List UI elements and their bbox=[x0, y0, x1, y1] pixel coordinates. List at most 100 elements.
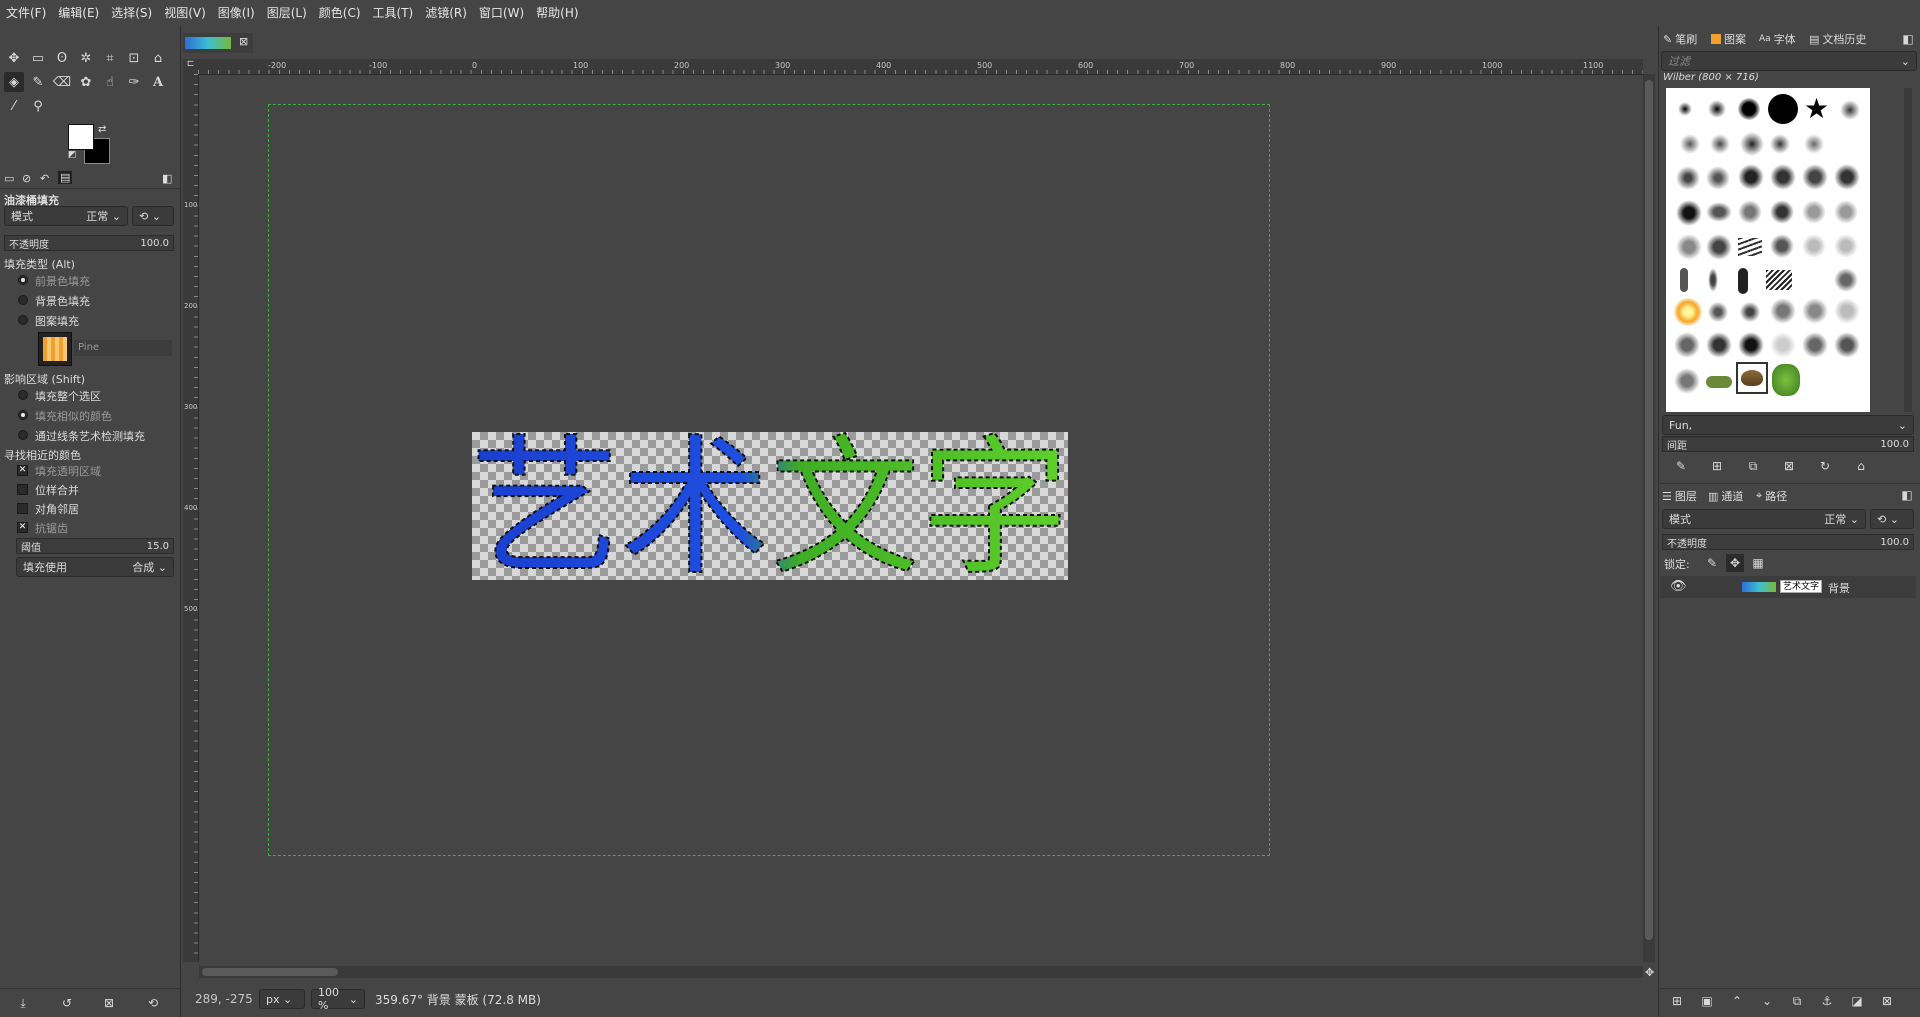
undo-history-tab-icon[interactable]: ↶ bbox=[40, 172, 49, 185]
swap-colors-icon[interactable]: ⇄ bbox=[98, 124, 106, 135]
brush-item[interactable] bbox=[1738, 238, 1762, 256]
spacing-slider[interactable]: 间距 100.0 bbox=[1662, 436, 1914, 452]
image-tab[interactable]: ⊠ bbox=[183, 33, 253, 53]
duplicate-layer-icon[interactable]: ⧉ bbox=[1788, 992, 1806, 1010]
brush-preset-select[interactable]: Fun, ⌄ bbox=[1662, 415, 1914, 435]
menu-layer[interactable]: 图层(L) bbox=[261, 0, 313, 26]
lock-position-icon[interactable]: ✥ bbox=[1726, 554, 1744, 572]
channels-tab[interactable]: ▥ 通道 bbox=[1708, 488, 1743, 504]
brush-item[interactable] bbox=[1768, 94, 1798, 124]
brush-item[interactable] bbox=[1738, 98, 1760, 120]
zoom-icon[interactable]: ⚲ bbox=[28, 96, 48, 116]
menu-view[interactable]: 视图(V) bbox=[158, 0, 212, 26]
patterns-tab[interactable]: 图案 bbox=[1711, 31, 1746, 47]
leaves-brush-icon[interactable] bbox=[1706, 376, 1732, 388]
fill-transparent-check[interactable]: ✕ bbox=[17, 465, 28, 476]
horizontal-scrollbar[interactable] bbox=[199, 966, 1643, 978]
menu-edit[interactable]: 编辑(E) bbox=[52, 0, 105, 26]
opacity-slider[interactable]: 不透明度 100.0 bbox=[4, 235, 174, 251]
brush-item[interactable] bbox=[1706, 166, 1730, 190]
brush-item[interactable] bbox=[1802, 298, 1828, 324]
menu-image[interactable]: 图像(I) bbox=[212, 0, 261, 26]
text-layer-image[interactable]: 艺术文字 bbox=[472, 432, 1068, 580]
fill-fg-radio[interactable] bbox=[18, 275, 28, 285]
brush-item[interactable] bbox=[1770, 164, 1796, 190]
menu-windows[interactable]: 窗口(W) bbox=[473, 0, 530, 26]
horizontal-scroll-thumb[interactable] bbox=[202, 968, 338, 976]
new-brush-icon[interactable]: ⊞ bbox=[1708, 457, 1726, 475]
vertical-scroll-thumb[interactable] bbox=[1645, 80, 1653, 940]
open-as-image-icon[interactable]: ⌂ bbox=[1852, 457, 1870, 475]
brush-item[interactable] bbox=[1802, 200, 1826, 224]
brush-item[interactable] bbox=[1834, 298, 1860, 324]
mode-select[interactable]: 模式 正常 ⌄ bbox=[4, 206, 128, 226]
refresh-brushes-icon[interactable]: ↻ bbox=[1816, 457, 1834, 475]
fill-selection-radio[interactable] bbox=[18, 390, 28, 400]
brush-item[interactable] bbox=[1834, 200, 1858, 224]
brush-item[interactable] bbox=[1770, 332, 1796, 358]
brush-item[interactable] bbox=[1738, 200, 1762, 224]
restore-preset-icon[interactable]: ↺ bbox=[58, 994, 76, 1012]
images-tab-icon[interactable]: ▤ bbox=[58, 171, 73, 184]
brush-item[interactable] bbox=[1802, 164, 1828, 190]
transform-icon[interactable]: ⊡ bbox=[124, 48, 144, 68]
menu-file[interactable]: 文件(F) bbox=[0, 0, 52, 26]
layer-visibility-eye-icon[interactable]: 👁 bbox=[1670, 579, 1687, 594]
brush-item[interactable] bbox=[1804, 134, 1824, 154]
navigate-icon[interactable]: ✥ bbox=[1645, 966, 1654, 979]
warp-icon[interactable]: ⌂ bbox=[148, 48, 168, 68]
menu-colors[interactable]: 颜色(C) bbox=[313, 0, 367, 26]
brush-item[interactable] bbox=[1740, 132, 1764, 156]
move-tool-icon[interactable]: ✥ bbox=[4, 48, 24, 68]
configure-tab-icon[interactable]: ◧ bbox=[162, 172, 172, 185]
wilber-brush-selected[interactable] bbox=[1736, 362, 1768, 394]
crop-icon[interactable]: ⌗ bbox=[100, 48, 120, 68]
brush-item[interactable] bbox=[1678, 102, 1692, 116]
add-mask-icon[interactable]: ◪ bbox=[1848, 992, 1866, 1010]
layers-config-icon[interactable]: ◧ bbox=[1898, 486, 1916, 504]
brush-item[interactable] bbox=[1674, 332, 1700, 358]
diagonal-neighbors-check[interactable] bbox=[17, 503, 28, 514]
brush-item[interactable] bbox=[1676, 200, 1702, 226]
brush-item[interactable] bbox=[1834, 234, 1858, 258]
brush-item[interactable] bbox=[1770, 234, 1794, 258]
brush-item[interactable] bbox=[1738, 164, 1764, 190]
bucket-fill-icon[interactable]: ◈ bbox=[4, 72, 24, 92]
brush-grid[interactable]: ★ bbox=[1666, 88, 1870, 412]
mode-reset-button[interactable]: ⟲ ⌄ bbox=[132, 206, 174, 226]
fill-bg-radio[interactable] bbox=[18, 295, 28, 305]
brush-item[interactable] bbox=[1834, 268, 1858, 292]
fill-lineart-radio[interactable] bbox=[18, 430, 28, 440]
lasso-icon[interactable]: ʘ bbox=[52, 48, 72, 68]
delete-layer-icon[interactable]: ⊠ bbox=[1878, 992, 1896, 1010]
brush-item[interactable] bbox=[1706, 202, 1732, 222]
ruler-corner-icon[interactable]: ⊏ bbox=[183, 59, 198, 74]
brush-item[interactable] bbox=[1802, 234, 1826, 258]
default-colors-icon[interactable]: ◩ bbox=[68, 150, 77, 160]
delete-brush-icon[interactable]: ⊠ bbox=[1780, 457, 1798, 475]
layer-mode-select[interactable]: 模式 正常 ⌄ bbox=[1662, 509, 1866, 529]
brush-item[interactable] bbox=[1770, 134, 1790, 154]
fill-pattern-radio[interactable] bbox=[18, 315, 28, 325]
brush-item[interactable] bbox=[1834, 332, 1860, 358]
brush-item[interactable] bbox=[1706, 300, 1730, 324]
brush-scrollbar[interactable] bbox=[1904, 88, 1912, 412]
brush-filter-input[interactable]: 过滤 ⌄ bbox=[1661, 51, 1917, 71]
brush-item[interactable] bbox=[1738, 300, 1762, 324]
star-brush-icon[interactable]: ★ bbox=[1804, 92, 1829, 125]
lower-layer-icon[interactable]: ⌄ bbox=[1758, 992, 1776, 1010]
brush-item[interactable] bbox=[1674, 368, 1700, 394]
dock-config-icon[interactable]: ◧ bbox=[1899, 30, 1917, 48]
lock-pixels-icon[interactable]: ✎ bbox=[1703, 554, 1721, 572]
layer-mode-reset-button[interactable]: ⟲ ⌄ bbox=[1870, 509, 1914, 529]
menu-tools[interactable]: 工具(T) bbox=[367, 0, 420, 26]
brush-item[interactable] bbox=[1680, 268, 1688, 292]
brush-item[interactable] bbox=[1676, 166, 1700, 190]
brush-item[interactable] bbox=[1840, 100, 1860, 120]
layers-tab[interactable]: ☰ 图层 bbox=[1662, 488, 1697, 504]
tool-options-tab-icon[interactable]: ▭ bbox=[4, 172, 14, 185]
brush-item[interactable] bbox=[1680, 134, 1700, 154]
sample-merged-check[interactable] bbox=[17, 484, 28, 495]
brush-item[interactable] bbox=[1770, 200, 1794, 224]
brush-item[interactable] bbox=[1676, 234, 1702, 260]
